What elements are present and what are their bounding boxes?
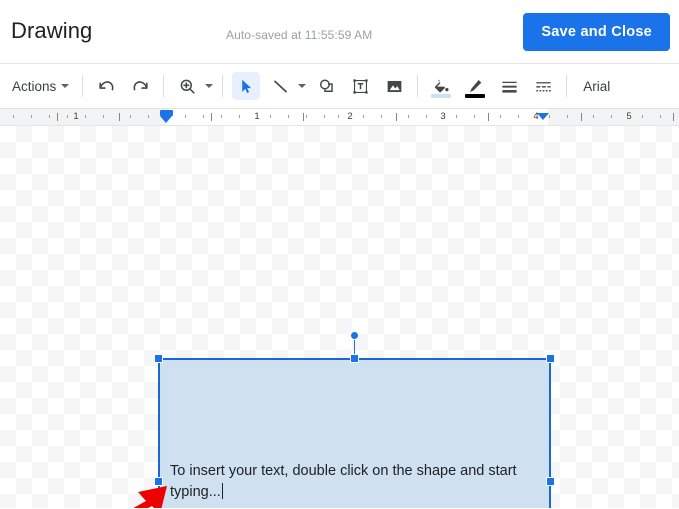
drawing-shape-rectangle[interactable]: To insert your text, double click on the… bbox=[158, 358, 551, 508]
ruler[interactable]: 1 1 2 3 4 5 bbox=[0, 109, 679, 126]
right-indent-marker[interactable] bbox=[537, 113, 549, 120]
magnifier-icon bbox=[180, 79, 195, 94]
redo-button[interactable] bbox=[126, 72, 154, 100]
handle-top-center[interactable] bbox=[350, 354, 359, 363]
handle-top-left[interactable] bbox=[154, 354, 163, 363]
font-family-select[interactable]: Arial bbox=[573, 72, 679, 100]
left-indent-marker[interactable] bbox=[160, 110, 173, 124]
undo-button[interactable] bbox=[92, 72, 120, 100]
ruler-label: 3 bbox=[440, 111, 446, 122]
header-bar: Drawing Auto-saved at 11:55:59 AM Save a… bbox=[0, 0, 679, 64]
line-dash-button[interactable] bbox=[529, 72, 557, 100]
indent-marker-triangle bbox=[160, 116, 172, 123]
toolbar-divider bbox=[417, 75, 419, 97]
handle-top-right[interactable] bbox=[546, 354, 555, 363]
chevron-down-icon bbox=[297, 84, 306, 88]
line-weight-button[interactable] bbox=[495, 72, 523, 100]
actions-menu-label: Actions bbox=[12, 78, 57, 94]
paint-bucket-icon bbox=[434, 79, 449, 92]
line-tool-dropdown-button[interactable] bbox=[295, 72, 308, 100]
rotation-handle[interactable] bbox=[350, 331, 359, 340]
toolbar: Actions Arial bbox=[0, 64, 679, 109]
text-box-tool-button[interactable] bbox=[346, 72, 374, 100]
autosave-status: Auto-saved at 11:55:59 AM bbox=[226, 28, 373, 42]
toolbar-divider bbox=[222, 75, 224, 97]
ruler-active-region bbox=[166, 109, 548, 125]
toolbar-divider bbox=[163, 75, 165, 97]
ruler-label: 1 bbox=[73, 111, 79, 122]
shapes-icon bbox=[319, 79, 333, 92]
undo-icon bbox=[99, 80, 114, 90]
zoom-dropdown-button[interactable] bbox=[202, 72, 215, 100]
ruler-label: 1 bbox=[254, 111, 260, 122]
toolbar-divider bbox=[82, 75, 84, 97]
toolbar-divider bbox=[566, 75, 568, 97]
chevron-down-icon bbox=[204, 84, 213, 88]
handle-middle-left[interactable] bbox=[154, 477, 163, 486]
ruler-label: 5 bbox=[626, 111, 632, 122]
ruler-label: 2 bbox=[347, 111, 353, 122]
drawing-canvas[interactable]: To insert your text, double click on the… bbox=[0, 126, 679, 508]
chevron-down-icon bbox=[61, 84, 70, 88]
drawing-editor-window: Drawing Auto-saved at 11:55:59 AM Save a… bbox=[0, 0, 679, 509]
zoom-tool-button[interactable] bbox=[173, 72, 201, 100]
line-icon bbox=[273, 80, 287, 92]
cursor-arrow-icon bbox=[242, 79, 251, 93]
font-family-label: Arial bbox=[583, 78, 611, 94]
text-box-icon bbox=[353, 78, 368, 94]
image-icon bbox=[387, 80, 402, 92]
pen-icon bbox=[469, 79, 482, 92]
shape-tool-button[interactable] bbox=[312, 72, 340, 100]
handle-middle-right[interactable] bbox=[546, 477, 555, 486]
line-dash-icon bbox=[536, 81, 551, 91]
save-and-close-button[interactable]: Save and Close bbox=[523, 13, 670, 51]
red-arrow-annotation bbox=[133, 486, 167, 508]
page-title: Drawing bbox=[11, 18, 93, 43]
text-cursor bbox=[221, 482, 224, 499]
line-color-button[interactable] bbox=[461, 72, 489, 100]
image-tool-button[interactable] bbox=[380, 72, 408, 100]
shape-text-content[interactable]: To insert your text, double click on the… bbox=[170, 461, 539, 503]
line-tool-button[interactable] bbox=[266, 72, 294, 100]
line-weight-icon bbox=[502, 81, 517, 93]
fill-color-button[interactable] bbox=[427, 72, 455, 100]
select-tool-button[interactable] bbox=[232, 72, 261, 100]
redo-icon bbox=[133, 80, 148, 90]
actions-menu-button[interactable]: Actions bbox=[8, 72, 76, 100]
line-color-swatch bbox=[465, 94, 486, 98]
fill-color-swatch bbox=[431, 94, 452, 98]
